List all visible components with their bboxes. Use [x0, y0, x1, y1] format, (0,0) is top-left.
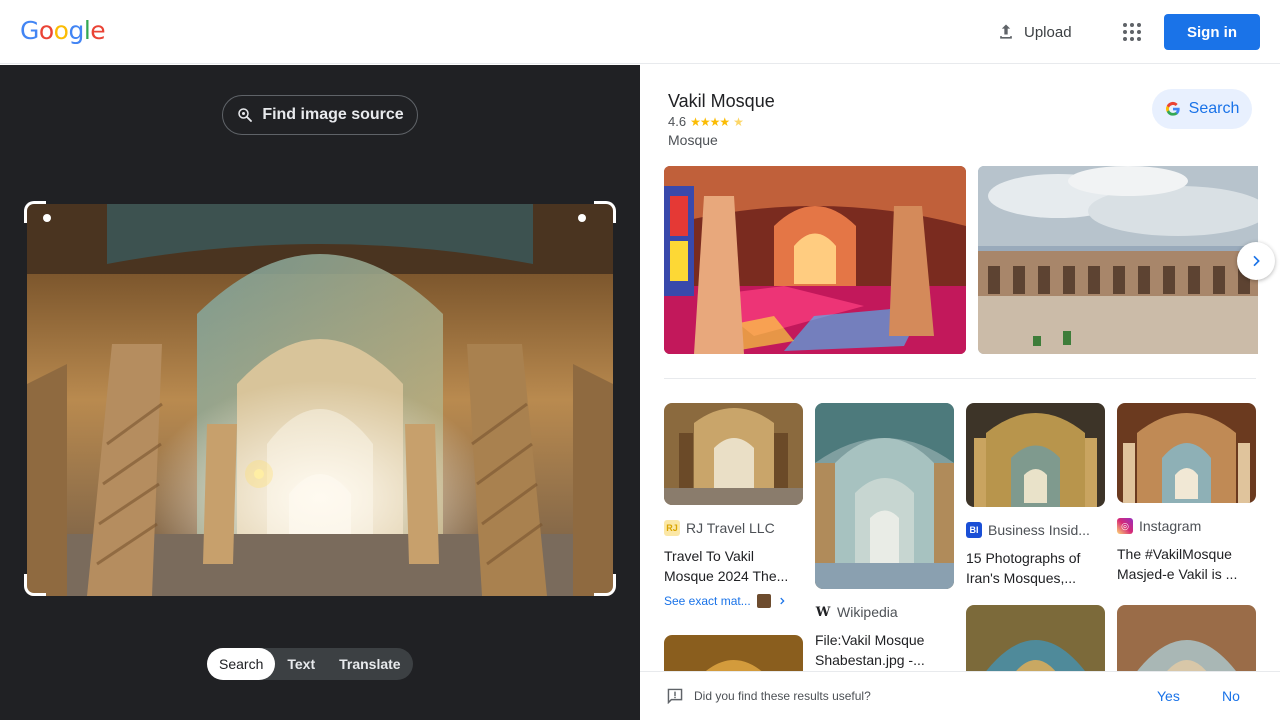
logo-letter: o — [53, 16, 69, 45]
see-exact-matches-link[interactable]: See exact mat... — [664, 594, 803, 608]
result-thumbnail[interactable] — [1117, 403, 1256, 503]
entity-type: Mosque — [668, 132, 718, 148]
result-title[interactable]: The #VakilMosque Masjed-e Vakil is ... — [1117, 544, 1256, 584]
result-thumbnail[interactable] — [966, 403, 1105, 507]
sign-in-button[interactable]: Sign in — [1164, 14, 1260, 50]
google-search-button[interactable]: Search — [1152, 89, 1252, 129]
result-title-line-2: Iran's Mosques,... — [966, 570, 1077, 586]
crop-handle-bottom-right[interactable] — [594, 574, 616, 596]
instagram-favicon-icon: ◎ — [1117, 518, 1133, 534]
result-source-name: Wikipedia — [837, 604, 898, 620]
tab-text[interactable]: Text — [275, 648, 327, 680]
google-g-icon — [1165, 101, 1180, 116]
result-title-line-1: Travel To Vakil — [664, 548, 754, 564]
result-title[interactable]: 15 Photographs of Iran's Mosques,... — [966, 548, 1105, 588]
logo-letter: o — [38, 16, 54, 45]
result-source: RJ RJ Travel LLC — [664, 520, 803, 536]
crop-handle-top-left[interactable] — [24, 201, 46, 223]
result-title-line-2: Masjed-e Vakil is ... — [1117, 566, 1238, 582]
result-title-line-2: Shabestan.jpg -... — [815, 652, 925, 668]
result-source-name: Business Insid... — [988, 522, 1090, 538]
business-insider-favicon-icon: BI — [966, 522, 982, 538]
crop-handle-bottom-left[interactable] — [24, 574, 46, 596]
find-image-source-label: Find image source — [262, 106, 404, 123]
top-bar: Google Upload Sign in — [0, 0, 1280, 64]
logo-letter: e — [90, 16, 106, 45]
google-logo[interactable]: Google — [20, 16, 106, 46]
lens-image-panel: Find image source Search Text Translate — [0, 65, 640, 720]
result-title-line-1: File:Vakil Mosque — [815, 632, 925, 648]
result-source: W Wikipedia — [815, 604, 954, 620]
chevron-right-icon — [780, 597, 785, 605]
result-thumbnail[interactable] — [664, 403, 803, 505]
result-source-name: Instagram — [1139, 518, 1202, 534]
feedback-bar: Did you find these results useful? Yes N… — [640, 671, 1280, 720]
upload-icon — [1000, 24, 1012, 39]
rj-travel-favicon-icon: RJ — [664, 520, 680, 536]
exact-match-thumbnail — [756, 594, 771, 608]
feedback-question: Did you find these results useful? — [694, 689, 871, 703]
rating-value: 4.6 — [668, 114, 687, 129]
result-title[interactable]: Travel To Vakil Mosque 2024 The... — [664, 546, 803, 586]
visual-match-card[interactable]: ◎ Instagram The #VakilMosque Masjed-e Va… — [1117, 403, 1256, 584]
crop-handle-top-right[interactable] — [594, 201, 616, 223]
entity-rating: 4.6 ★★★★ ★ — [668, 114, 744, 129]
rating-stars-icon: ★★★★ — [690, 114, 730, 129]
upload-label: Upload — [1024, 23, 1072, 41]
tab-search[interactable]: Search — [207, 648, 276, 680]
results-panel: Vakil Mosque 4.6 ★★★★ ★ Mosque Search RJ… — [640, 65, 1280, 720]
visual-match-card[interactable]: RJ RJ Travel LLC Travel To Vakil Mosque … — [664, 403, 803, 608]
search-chip-label: Search — [1188, 100, 1240, 117]
feedback-icon — [667, 688, 683, 704]
feedback-yes-button[interactable]: Yes — [1157, 688, 1180, 704]
tab-translate[interactable]: Translate — [327, 648, 412, 680]
result-title-line-1: 15 Photographs of — [966, 550, 1081, 566]
feedback-no-button[interactable]: No — [1222, 688, 1240, 704]
half-star-icon: ★ — [733, 114, 744, 129]
query-image — [27, 204, 613, 596]
result-source: BI Business Insid... — [966, 522, 1105, 538]
entity-image-courtyard[interactable] — [978, 166, 1258, 354]
result-title-line-2: Mosque 2024 The... — [664, 568, 789, 584]
entity-image-interior[interactable] — [664, 166, 966, 354]
see-exact-matches-label: See exact mat... — [664, 594, 751, 608]
logo-letter: G — [20, 16, 39, 45]
lens-search-icon — [238, 108, 253, 122]
result-source: ◎ Instagram — [1117, 518, 1256, 534]
upload-button[interactable]: Upload — [986, 14, 1082, 50]
visual-match-card[interactable]: W Wikipedia File:Vakil Mosque Shabestan.… — [815, 403, 954, 670]
entity-title[interactable]: Vakil Mosque — [668, 91, 775, 112]
result-title-line-1: The #VakilMosque — [1117, 546, 1232, 562]
result-title[interactable]: File:Vakil Mosque Shabestan.jpg -... — [815, 630, 954, 670]
logo-letter: g — [68, 16, 84, 45]
next-images-button[interactable] — [1237, 242, 1275, 280]
section-divider — [664, 378, 1256, 379]
lens-mode-tabs: Search Text Translate — [207, 648, 413, 680]
visual-match-card[interactable]: BI Business Insid... 15 Photographs of I… — [966, 403, 1105, 588]
chevron-right-icon — [1253, 255, 1260, 267]
wikipedia-favicon-icon: W — [815, 604, 831, 620]
find-image-source-button[interactable]: Find image source — [222, 95, 418, 135]
result-thumbnail[interactable] — [815, 403, 954, 589]
result-source-name: RJ Travel LLC — [686, 520, 775, 536]
google-apps-icon[interactable] — [1116, 16, 1148, 48]
